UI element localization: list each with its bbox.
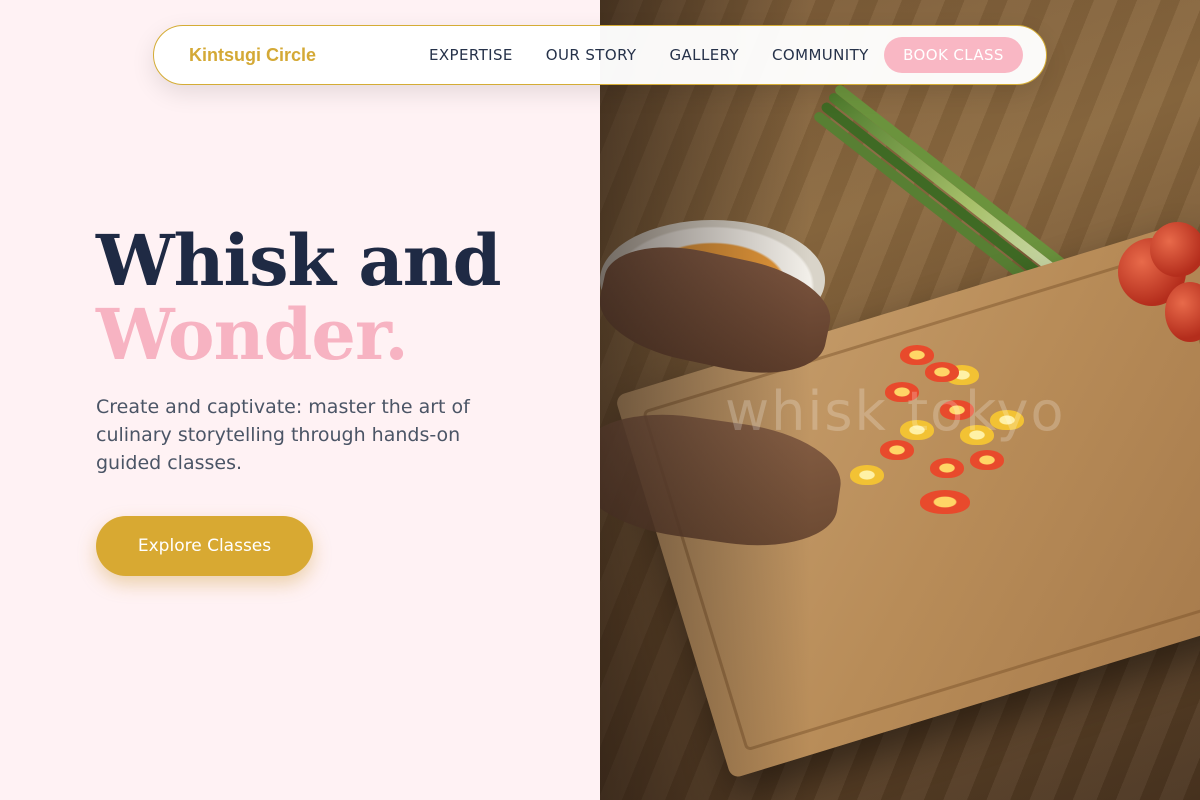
nav-link-expertise[interactable]: EXPERTISE [429,46,513,64]
nav-link-our-story[interactable]: OUR STORY [546,46,637,64]
image-watermark: whisk tokyo [725,380,1066,443]
nav-link-community[interactable]: COMMUNITY [772,46,869,64]
hero-title-line2: Wonder. [96,293,409,376]
hero-title-line1: Whisk and [96,219,502,302]
nav-links: EXPERTISE OUR STORY GALLERY COMMUNITY [429,46,869,64]
nav-link-gallery[interactable]: GALLERY [670,46,740,64]
book-class-button[interactable]: BOOK CLASS [884,37,1023,73]
hero-image: whisk tokyo [600,0,1200,800]
explore-classes-button[interactable]: Explore Classes [96,516,313,576]
brand-logo[interactable]: Kintsugi Circle [189,45,316,66]
top-nav: Kintsugi Circle EXPERTISE OUR STORY GALL… [153,25,1047,85]
hero-title: Whisk and Wonder. [96,219,502,376]
hero-description: Create and captivate: master the art of … [96,396,470,474]
